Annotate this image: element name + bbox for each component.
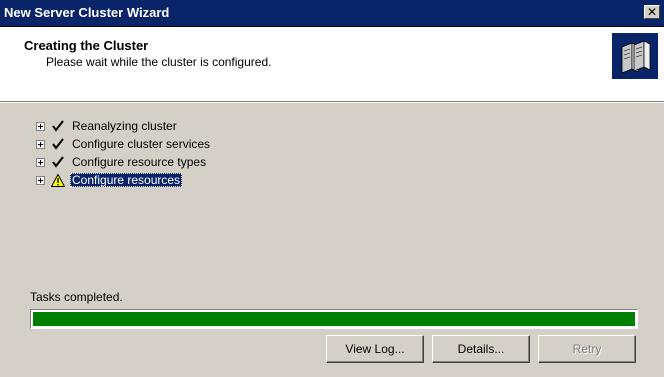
retry-button[interactable]: Retry <box>538 335 636 363</box>
expand-icon[interactable] <box>36 157 45 167</box>
close-button[interactable]: ✕ <box>644 5 660 19</box>
view-log-button[interactable]: View Log... <box>326 335 424 363</box>
view-log-label: View Log... <box>345 342 405 356</box>
tree-item[interactable]: Configure resource types <box>36 153 212 171</box>
tasks-status-label: Tasks completed. <box>30 290 123 304</box>
checkmark-icon <box>51 155 65 169</box>
tree-item-selected[interactable]: Configure resources <box>36 171 212 189</box>
tree-item-label: Configure resource types <box>72 155 207 169</box>
tree-item-label: Configure cluster services <box>72 137 211 151</box>
tree-item-label: Configure resources <box>70 173 183 187</box>
wizard-header: Creating the Cluster Please wait while t… <box>0 27 664 102</box>
close-icon: ✕ <box>646 5 658 19</box>
progress-fill <box>33 312 635 326</box>
server-cluster-icon <box>612 33 658 79</box>
header-divider <box>0 102 664 103</box>
checkmark-icon <box>51 119 65 133</box>
checkmark-icon <box>51 137 65 151</box>
tree-item[interactable]: Configure cluster services <box>36 135 212 153</box>
task-tree: Reanalyzing cluster Configure cluster se… <box>36 117 212 189</box>
page-subtitle: Please wait while the cluster is configu… <box>46 55 272 69</box>
details-label: Details... <box>457 342 505 356</box>
expand-icon[interactable] <box>36 139 45 149</box>
expand-icon[interactable] <box>36 175 45 185</box>
retry-label: Retry <box>572 342 602 356</box>
window-title: New Server Cluster Wizard <box>4 5 170 20</box>
title-bar: New Server Cluster Wizard ✕ <box>0 0 664 27</box>
page-title: Creating the Cluster <box>24 38 149 53</box>
progress-bar <box>30 309 638 329</box>
tree-item-label: Reanalyzing cluster <box>72 119 177 133</box>
warning-icon <box>51 173 65 187</box>
expand-icon[interactable] <box>36 121 45 131</box>
details-button[interactable]: Details... <box>432 335 530 363</box>
tree-item[interactable]: Reanalyzing cluster <box>36 117 212 135</box>
